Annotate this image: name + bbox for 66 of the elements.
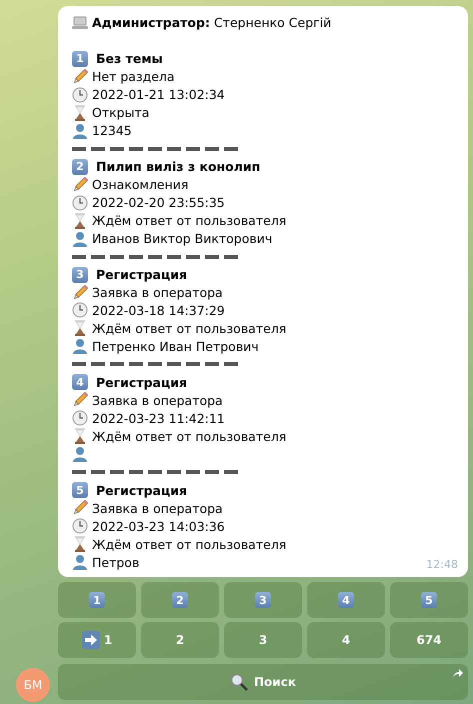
ticket-title: Без темы — [96, 51, 163, 66]
ticket-section: Нет раздела — [92, 69, 175, 84]
page-button[interactable]: 3 — [224, 622, 302, 658]
pencil-icon — [72, 392, 88, 408]
ticket-section: Заявка в оператора — [92, 285, 223, 300]
pencil-icon — [72, 284, 88, 301]
page-button[interactable]: 674 — [390, 622, 468, 658]
share-arrow-icon — [453, 668, 463, 678]
hourglass-icon — [72, 212, 88, 229]
page-button[interactable]: 4 — [307, 622, 385, 658]
ticket-user: Иванов Виктор Викторович — [92, 231, 272, 246]
person-icon — [72, 338, 88, 354]
search-icon — [230, 673, 248, 691]
ticket-status: Ждём ответ от пользователя — [92, 428, 286, 444]
ticket-section: Ознакомления — [92, 177, 188, 192]
ticket-section: Заявка в оператора — [92, 392, 223, 408]
ticket-title: Пилип виліз з конолип — [96, 159, 260, 174]
ticket-status: Ждём ответ от пользователя — [92, 320, 286, 336]
pencil-icon — [72, 176, 88, 193]
number-badge: 2 — [72, 158, 88, 175]
person-icon — [72, 554, 88, 570]
ticket-user: Петренко Иван Петрович — [92, 338, 259, 354]
person-icon — [72, 446, 88, 462]
search-button[interactable]: Поиск — [58, 664, 468, 700]
hourglass-icon — [72, 320, 88, 336]
ticket-status: Ждём ответ от пользователя — [92, 213, 286, 228]
message-header: Администратор: Стерненко Сергій — [92, 15, 332, 30]
person-icon — [72, 122, 88, 139]
ticket-title: Регистрация — [96, 267, 188, 282]
number-badge: 4 — [72, 374, 88, 390]
pencil-icon — [72, 68, 88, 85]
ticket-date: 2022-03-23 11:42:11 — [92, 410, 225, 426]
page-button[interactable]: 2 — [141, 622, 219, 658]
clock-icon — [72, 194, 88, 211]
number-badge: 5 — [72, 482, 88, 498]
ticket-date: 2022-02-20 23:55:35 — [92, 195, 225, 210]
ticket-button[interactable]: 5 — [390, 582, 468, 618]
ticket-title: Регистрация — [96, 374, 188, 390]
clock-icon — [72, 410, 88, 426]
hourglass-icon — [72, 428, 88, 444]
clock-icon — [72, 302, 88, 318]
ticket-button[interactable]: 2 — [141, 582, 219, 618]
ticket-status: Открыта — [92, 105, 150, 120]
ticket-date: 2022-03-18 14:37:29 — [92, 302, 225, 318]
message-time: 12:48 — [426, 558, 458, 571]
ticket-section: Заявка в оператора — [92, 500, 223, 516]
clock-icon — [72, 518, 88, 534]
ticket-title: Регистрация — [96, 482, 188, 498]
ticket-date: 2022-03-23 14:03:36 — [92, 518, 225, 534]
page-button[interactable]: 1 — [58, 622, 136, 658]
ticket-date: 2022-01-21 13:02:34 — [92, 87, 225, 102]
laptop-icon — [72, 16, 88, 30]
person-icon — [72, 230, 88, 247]
ticket-button[interactable]: 3 — [224, 582, 302, 618]
number-badge: 3 — [72, 266, 88, 283]
ticket-user: 12345 — [92, 123, 132, 138]
hourglass-icon — [72, 536, 88, 552]
hourglass-icon — [72, 104, 88, 121]
clock-icon — [72, 86, 88, 103]
pencil-icon — [72, 500, 88, 516]
ticket-user: Петров — [92, 554, 140, 570]
number-badge: 1 — [72, 50, 88, 67]
avatar: БМ — [16, 668, 50, 702]
ticket-button[interactable]: 1 — [58, 582, 136, 618]
ticket-button[interactable]: 4 — [307, 582, 385, 618]
ticket-status: Ждём ответ от пользователя — [92, 536, 286, 552]
